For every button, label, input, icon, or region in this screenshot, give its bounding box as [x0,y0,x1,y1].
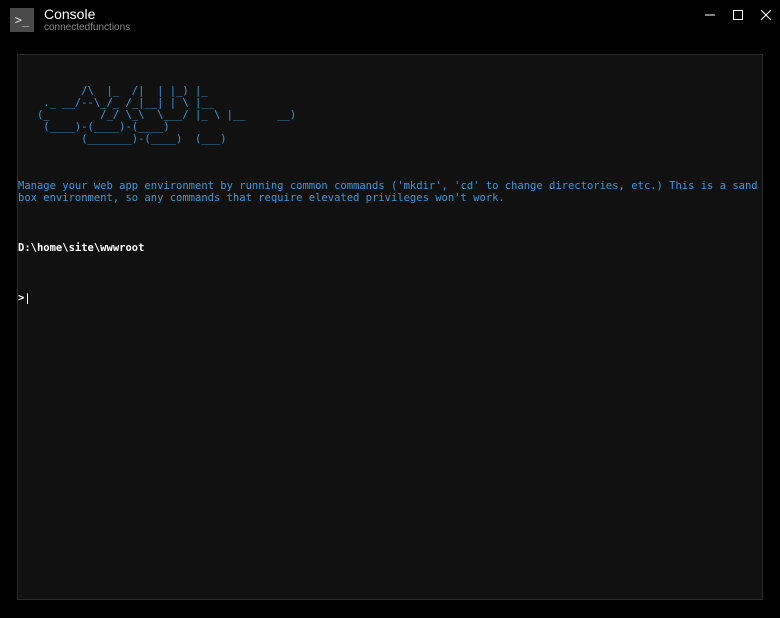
close-icon [761,10,771,20]
prompt-symbol: > [18,292,24,304]
help-text: Manage your web app environment by runni… [18,180,762,204]
title-bar: >_ Console connectedfunctions [0,0,780,40]
terminal-output: /\ |_ /| | |_) |_ ._ __/--\_/_ /_|__| | … [18,55,762,328]
console-icon: >_ [10,8,34,32]
command-input[interactable] [31,292,431,304]
text-cursor [27,293,28,304]
title-text-container: Console connectedfunctions [44,7,130,33]
ascii-art-banner: /\ |_ /| | |_) |_ ._ __/--\_/_ /_|__| | … [18,85,762,145]
current-directory: D:\home\site\wwwroot [18,242,762,254]
window-subtitle: connectedfunctions [44,22,130,33]
console-panel: /\ |_ /| | |_) |_ ._ __/--\_/_ /_|__| | … [17,54,763,600]
console-icon-glyph: >_ [15,13,29,27]
window-title: Console [44,7,130,22]
maximize-button[interactable] [724,0,752,30]
close-button[interactable] [752,0,780,30]
window-controls [696,0,780,30]
maximize-icon [733,10,743,20]
minimize-button[interactable] [696,0,724,30]
minimize-icon [705,10,715,20]
prompt-line[interactable]: > [18,292,762,304]
